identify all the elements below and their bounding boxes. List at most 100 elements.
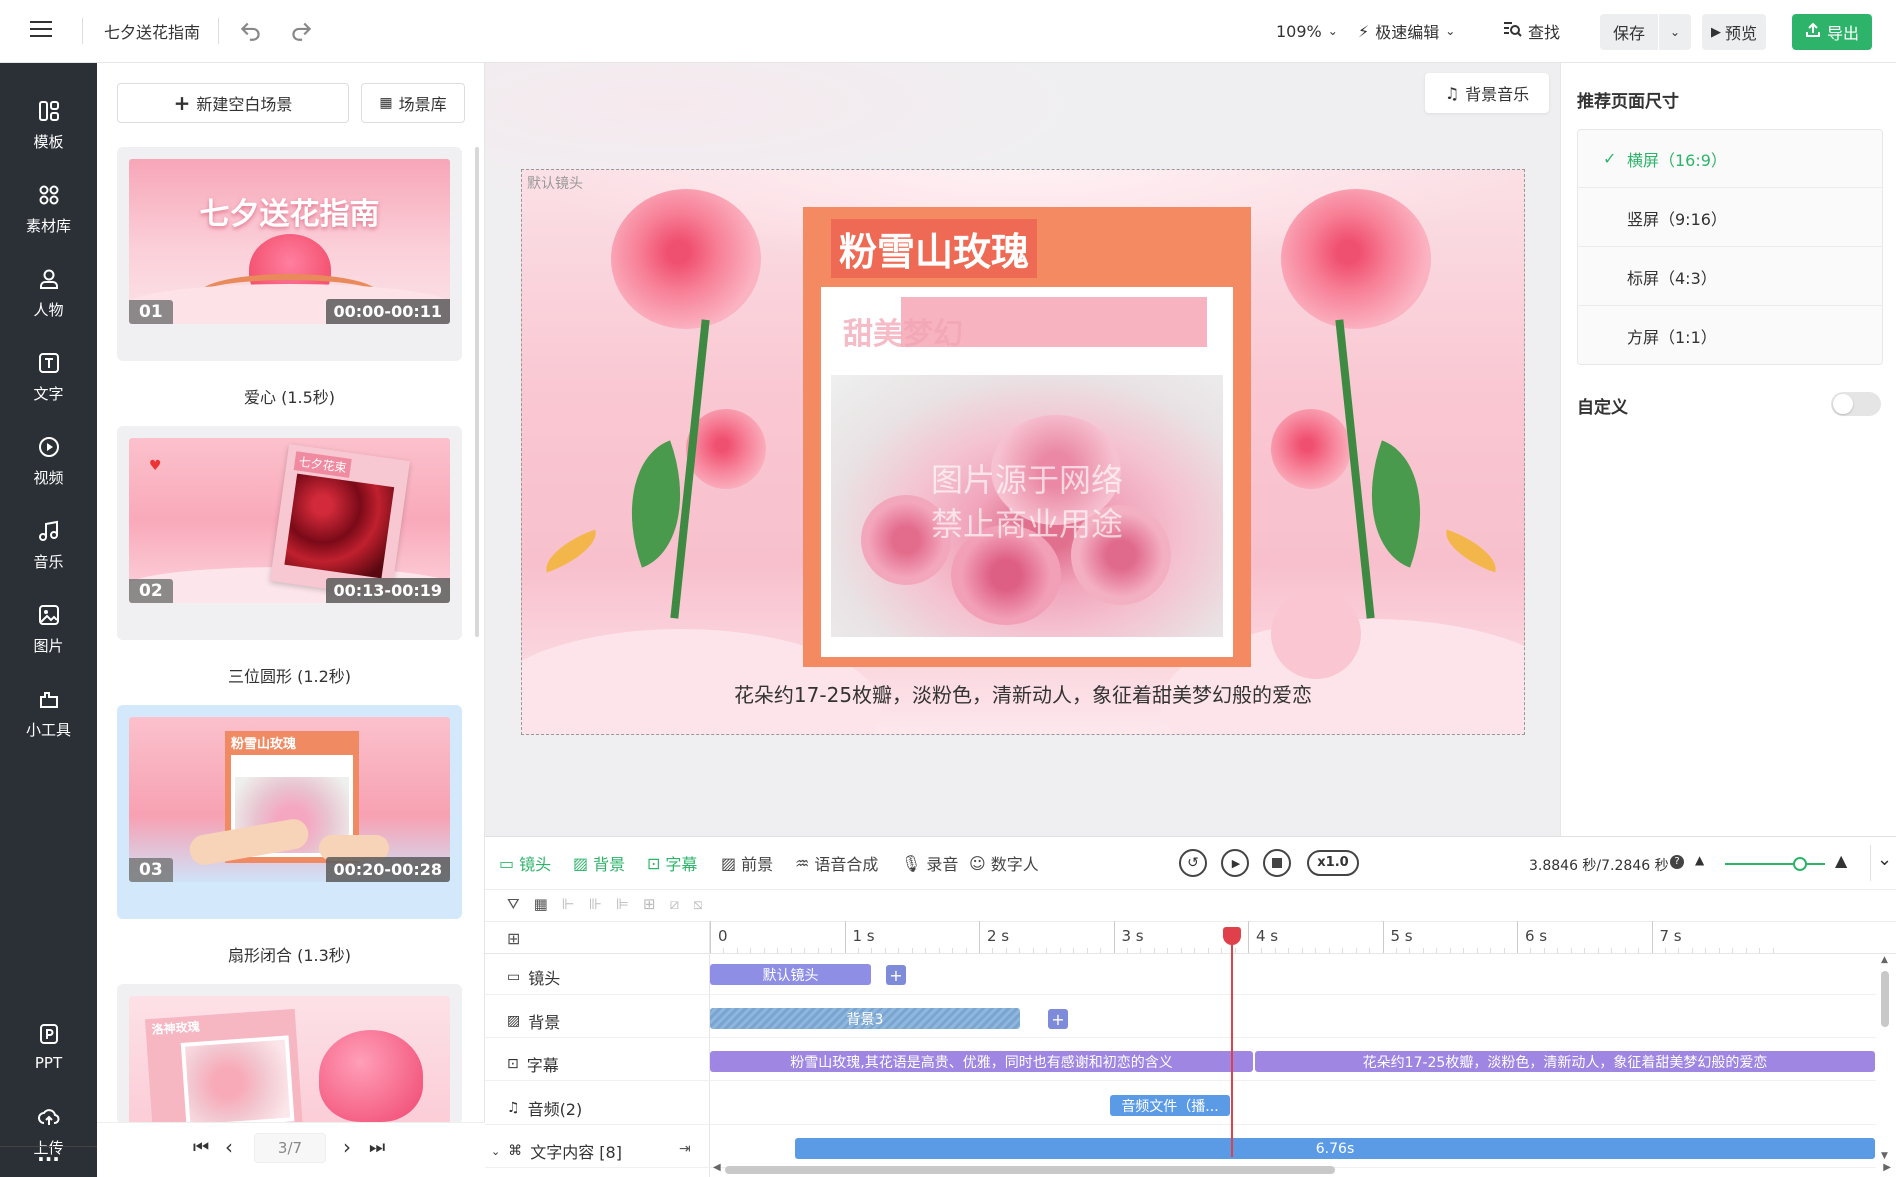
page-indicator[interactable]: 3/7 xyxy=(254,1133,326,1163)
track-audio[interactable]: ♫ 音频(2) xyxy=(507,1096,582,1120)
tool-record[interactable]: 🎙 录音 xyxy=(901,851,958,875)
sidebar-item-ppt[interactable]: PPT xyxy=(0,1011,97,1083)
clip-subtitle-1[interactable]: 粉雪山玫瑰,其花语是高贵、优雅，同时也有感谢和初恋的含义 xyxy=(710,1051,1253,1072)
clip-audio[interactable]: 音频文件（播... xyxy=(1110,1095,1230,1116)
image-icon xyxy=(37,603,61,631)
play-button[interactable]: ▶ xyxy=(1221,849,1249,877)
scene-time: 00:20-00:28 xyxy=(325,857,450,882)
scene-label: 爱心 (1.5秒) xyxy=(243,388,336,407)
card-subtitle[interactable]: 甜美梦幻 xyxy=(843,309,963,353)
person-icon xyxy=(37,267,61,295)
edit-mode-select[interactable]: ⚡ 极速编辑 ⌄ xyxy=(1358,18,1455,44)
zoom-in-icon[interactable]: ▲ xyxy=(1835,851,1847,870)
zoom-out-icon[interactable]: ▲ xyxy=(1695,853,1704,867)
zoom-slider-handle[interactable] xyxy=(1793,857,1807,871)
save-button[interactable]: 保存 xyxy=(1600,14,1658,50)
sidebar-item-video[interactable]: 视频 xyxy=(0,425,97,497)
page-size-title: 推荐页面尺寸 xyxy=(1577,92,1679,112)
project-title[interactable]: 七夕送花指南 xyxy=(104,18,200,44)
content-card[interactable]: 粉雪山玫瑰 甜美梦幻 图片源于网络 禁止商业用途 xyxy=(803,207,1251,667)
group-icon[interactable]: ▦ xyxy=(534,895,548,913)
zoom-select[interactable]: 109% ⌄ xyxy=(1276,18,1338,44)
rewind-button[interactable]: ↺ xyxy=(1179,849,1207,877)
tool-tts[interactable]: ♒ 语音合成 xyxy=(795,851,878,875)
timeline-ruler[interactable]: 0 1 s 2 s 3 s 4 s 5 s 6 s 7 s xyxy=(710,921,1876,953)
scene-library-button[interactable]: ▦ 场景库 xyxy=(361,83,465,123)
undo-icon[interactable] xyxy=(238,17,264,47)
ratio-option-square[interactable]: 方屏（1:1） xyxy=(1577,307,1883,365)
last-page-icon[interactable]: ⏭ xyxy=(369,1137,385,1158)
track-subtitle[interactable]: ⊡ 字幕 xyxy=(507,1052,559,1076)
custom-size-toggle[interactable] xyxy=(1831,392,1881,416)
search-button[interactable]: 查找 xyxy=(1502,18,1560,44)
next-page-icon[interactable]: › xyxy=(343,1135,351,1159)
prev-page-icon[interactable]: ‹ xyxy=(225,1135,233,1159)
sidebar-item-music[interactable]: 音乐 xyxy=(0,509,97,581)
sidebar-item-person[interactable]: 人物 xyxy=(0,257,97,329)
stage[interactable]: 粉雪山玫瑰 甜美梦幻 图片源于网络 禁止商业用途 花朵约17-25枚瓣，淡粉色，… xyxy=(521,169,1525,735)
foreground-icon: ▨ xyxy=(721,853,737,873)
track-lens[interactable]: ▭ 镜头 xyxy=(507,965,560,989)
track-label: 背景 xyxy=(528,1013,561,1032)
scene-card-02[interactable]: 七夕花束 ♥ 02 00:13-00:19 xyxy=(117,426,462,640)
scene-card-03[interactable]: 粉雪山玫瑰 03 00:20-00:28 xyxy=(117,705,462,919)
tool-label: 录音 xyxy=(926,855,959,874)
clip-background[interactable]: 背景3 xyxy=(710,1008,1020,1029)
ratio-label: 横屏（16:9） xyxy=(1627,150,1727,170)
clip-lens[interactable]: 默认镜头 xyxy=(710,964,871,985)
preview-button[interactable]: ▶ 预览 xyxy=(1702,14,1766,50)
help-icon[interactable]: ? xyxy=(1670,855,1684,869)
align-right-icon: ⊫ xyxy=(615,895,630,913)
sidebar-item-tool[interactable]: 小工具 xyxy=(0,677,97,749)
ruler-major-tick xyxy=(1651,921,1653,953)
add-lens-button[interactable]: + xyxy=(886,965,906,985)
caption-text[interactable]: 花朵约17-25枚瓣，淡粉色，清新动人，象征着甜美梦幻般的爱恋 xyxy=(521,679,1525,708)
add-background-button[interactable]: + xyxy=(1048,1009,1068,1029)
scene-list-scrollbar[interactable] xyxy=(475,147,479,637)
sidebar-item-image[interactable]: 图片 xyxy=(0,593,97,665)
speed-button[interactable]: x1.0 xyxy=(1307,850,1359,876)
tool-foreground[interactable]: ▨ 前景 xyxy=(721,851,773,875)
track-settings-icon[interactable]: ⊞ xyxy=(507,929,520,948)
scene-card-04[interactable]: 洛神玫瑰 xyxy=(117,984,462,1124)
timeline-v-scrollbar[interactable]: ▲ ▼ xyxy=(1878,955,1892,1161)
bg-music-button[interactable]: ♫ 背景音乐 xyxy=(1425,73,1549,113)
track-background[interactable]: ▨ 背景 xyxy=(507,1009,560,1033)
save-options-button[interactable]: ⌄ xyxy=(1659,14,1691,50)
zoom-slider[interactable] xyxy=(1725,857,1825,871)
redo-icon[interactable] xyxy=(288,17,314,47)
sidebar-item-label: 图片 xyxy=(33,636,64,655)
scene-number: 01 xyxy=(129,300,173,324)
lightning-icon: ⚡ xyxy=(1358,21,1370,41)
ratio-option-landscape[interactable]: ✓ 横屏（16:9） xyxy=(1577,130,1883,188)
clip-subtitle-2[interactable]: 花朵约17-25枚瓣，淡粉色，清新动人，象征着甜美梦幻般的爱恋 xyxy=(1255,1051,1875,1072)
stop-button[interactable] xyxy=(1263,849,1291,877)
more-icon[interactable]: ··· xyxy=(0,1147,97,1171)
sidebar-item-material[interactable]: 素材库 xyxy=(0,173,97,245)
filter-icon[interactable]: ⛛ xyxy=(507,895,520,913)
tool-lens[interactable]: ▭ 镜头 xyxy=(499,851,551,875)
timeline-h-scrollbar[interactable]: ◀ ▶ xyxy=(713,1162,1891,1176)
tool-subtitle[interactable]: ⊡ 字幕 xyxy=(647,851,697,875)
collapse-timeline-icon[interactable]: ⌄ xyxy=(1877,849,1892,870)
scene-label: 扇形闭合 (1.3秒) xyxy=(227,946,352,965)
tool-digital-human[interactable]: ☺ 数字人 xyxy=(969,851,1039,875)
sidebar-item-text[interactable]: 文字 xyxy=(0,341,97,413)
ratio-option-standard[interactable]: 标屏（4:3） xyxy=(1577,248,1883,306)
edit-mode-label: 极速编辑 xyxy=(1375,23,1440,42)
clip-text-content[interactable]: 6.76s xyxy=(795,1138,1875,1159)
first-page-icon[interactable]: ⏮ xyxy=(193,1137,209,1158)
thumb-title: 粉雪山玫瑰 xyxy=(231,737,297,752)
expand-icon[interactable]: ⇥ xyxy=(679,1141,691,1157)
card-title[interactable]: 粉雪山玫瑰 xyxy=(831,219,1038,278)
scene-card-01[interactable]: 七夕送花指南 01 00:00-00:11 xyxy=(117,147,462,361)
export-button[interactable]: 导出 xyxy=(1792,14,1872,50)
ratio-option-portrait[interactable]: 竖屏（9:16） xyxy=(1577,189,1883,247)
new-blank-scene-button[interactable]: + 新建空白场景 xyxy=(117,83,349,123)
distribute-icon: ⊞ xyxy=(643,895,656,913)
playhead[interactable] xyxy=(1223,927,1242,1159)
track-text-content[interactable]: ⌄ ⌘ 文字内容 [8] xyxy=(491,1139,622,1163)
hamburger-icon[interactable] xyxy=(30,21,52,39)
tool-background[interactable]: ▨ 背景 xyxy=(573,851,625,875)
sidebar-item-template[interactable]: 模板 xyxy=(0,89,97,161)
